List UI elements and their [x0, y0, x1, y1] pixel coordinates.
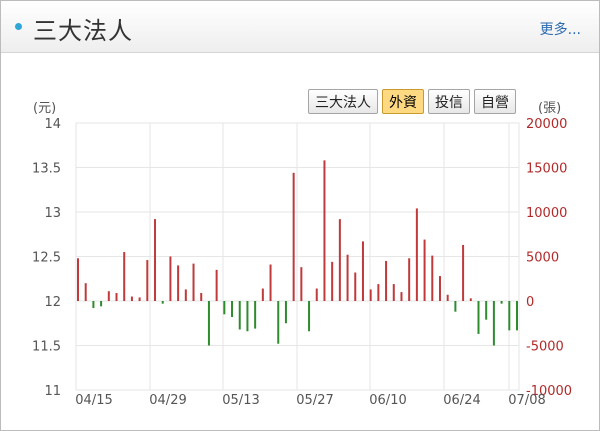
bar — [246, 301, 249, 332]
bar — [308, 301, 311, 332]
bar — [516, 301, 518, 331]
bar — [169, 256, 172, 301]
bar — [377, 284, 380, 301]
bar — [123, 252, 126, 301]
right-tick-label: 20000 — [526, 117, 567, 132]
bar — [231, 301, 234, 318]
bar — [446, 294, 449, 301]
bar — [354, 272, 357, 301]
x-tick-label: 05/13 — [222, 393, 259, 408]
bar — [331, 261, 334, 301]
bar — [130, 296, 133, 301]
right-tick-label: -5000 — [526, 340, 564, 355]
bar — [261, 288, 264, 301]
bar — [323, 160, 326, 301]
bar — [138, 297, 141, 301]
bar — [223, 301, 226, 315]
bar — [508, 301, 511, 331]
bar — [392, 284, 395, 301]
left-tick-label: 11 — [44, 384, 61, 399]
left-tick-label: 12.5 — [32, 251, 61, 266]
bar — [215, 269, 218, 301]
bar — [423, 239, 426, 301]
bar — [200, 292, 203, 301]
bar — [492, 301, 495, 346]
bar — [177, 265, 180, 301]
bar — [500, 301, 503, 304]
bar-chart: 14 20000 13.5 15000 13 10000 12.5 5000 12 0 11.5 -5… — [32, 117, 572, 408]
x-tick-label: 05/27 — [296, 393, 333, 408]
bar — [100, 301, 103, 307]
left-tick-label: 13 — [44, 206, 61, 221]
bar — [184, 289, 187, 301]
x-tick-label: 06/10 — [369, 393, 406, 408]
left-tick-label: 11.5 — [32, 340, 61, 355]
bar — [284, 301, 287, 324]
bar — [277, 301, 280, 344]
x-tick-label: 07/08 — [508, 393, 545, 408]
bar — [146, 260, 149, 301]
right-tick-label: 10000 — [526, 206, 567, 221]
bar — [385, 260, 388, 301]
bar — [254, 301, 257, 329]
bar — [300, 267, 303, 301]
bar — [415, 208, 418, 301]
bar — [107, 291, 110, 301]
right-tick-label: 5000 — [526, 251, 559, 266]
bar — [154, 219, 157, 301]
chart-panel: 三大法人 更多... 三大法人 外資 投信 自營 (元) (張) 14 20000… — [0, 0, 600, 431]
left-tick-label: 13.5 — [32, 162, 61, 177]
bar — [161, 301, 164, 304]
bar — [84, 283, 87, 301]
bar — [431, 255, 434, 301]
x-tick-label: 04/29 — [149, 393, 186, 408]
bar — [315, 288, 318, 301]
bar — [369, 289, 372, 301]
bar — [338, 219, 341, 301]
bar — [192, 263, 195, 301]
bar — [400, 292, 403, 301]
left-tick-label: 14 — [44, 117, 61, 132]
bar — [77, 258, 79, 301]
bar — [115, 292, 118, 301]
bar — [408, 258, 411, 301]
bar — [485, 301, 488, 320]
bar — [438, 276, 441, 301]
bar — [361, 241, 364, 301]
right-tick-label: 15000 — [526, 162, 567, 177]
bar — [207, 301, 210, 346]
bar — [292, 172, 295, 301]
x-tick-label: 04/15 — [75, 393, 112, 408]
left-tick-label: 12 — [44, 295, 61, 310]
x-tick-label: 06/24 — [443, 393, 480, 408]
bar — [238, 301, 241, 330]
bar — [477, 301, 480, 334]
bar — [92, 301, 95, 309]
bar — [454, 301, 457, 312]
bar — [462, 244, 465, 301]
bar — [269, 264, 272, 301]
bar — [346, 254, 349, 301]
right-tick-label: 0 — [526, 295, 534, 310]
bar — [469, 298, 472, 301]
